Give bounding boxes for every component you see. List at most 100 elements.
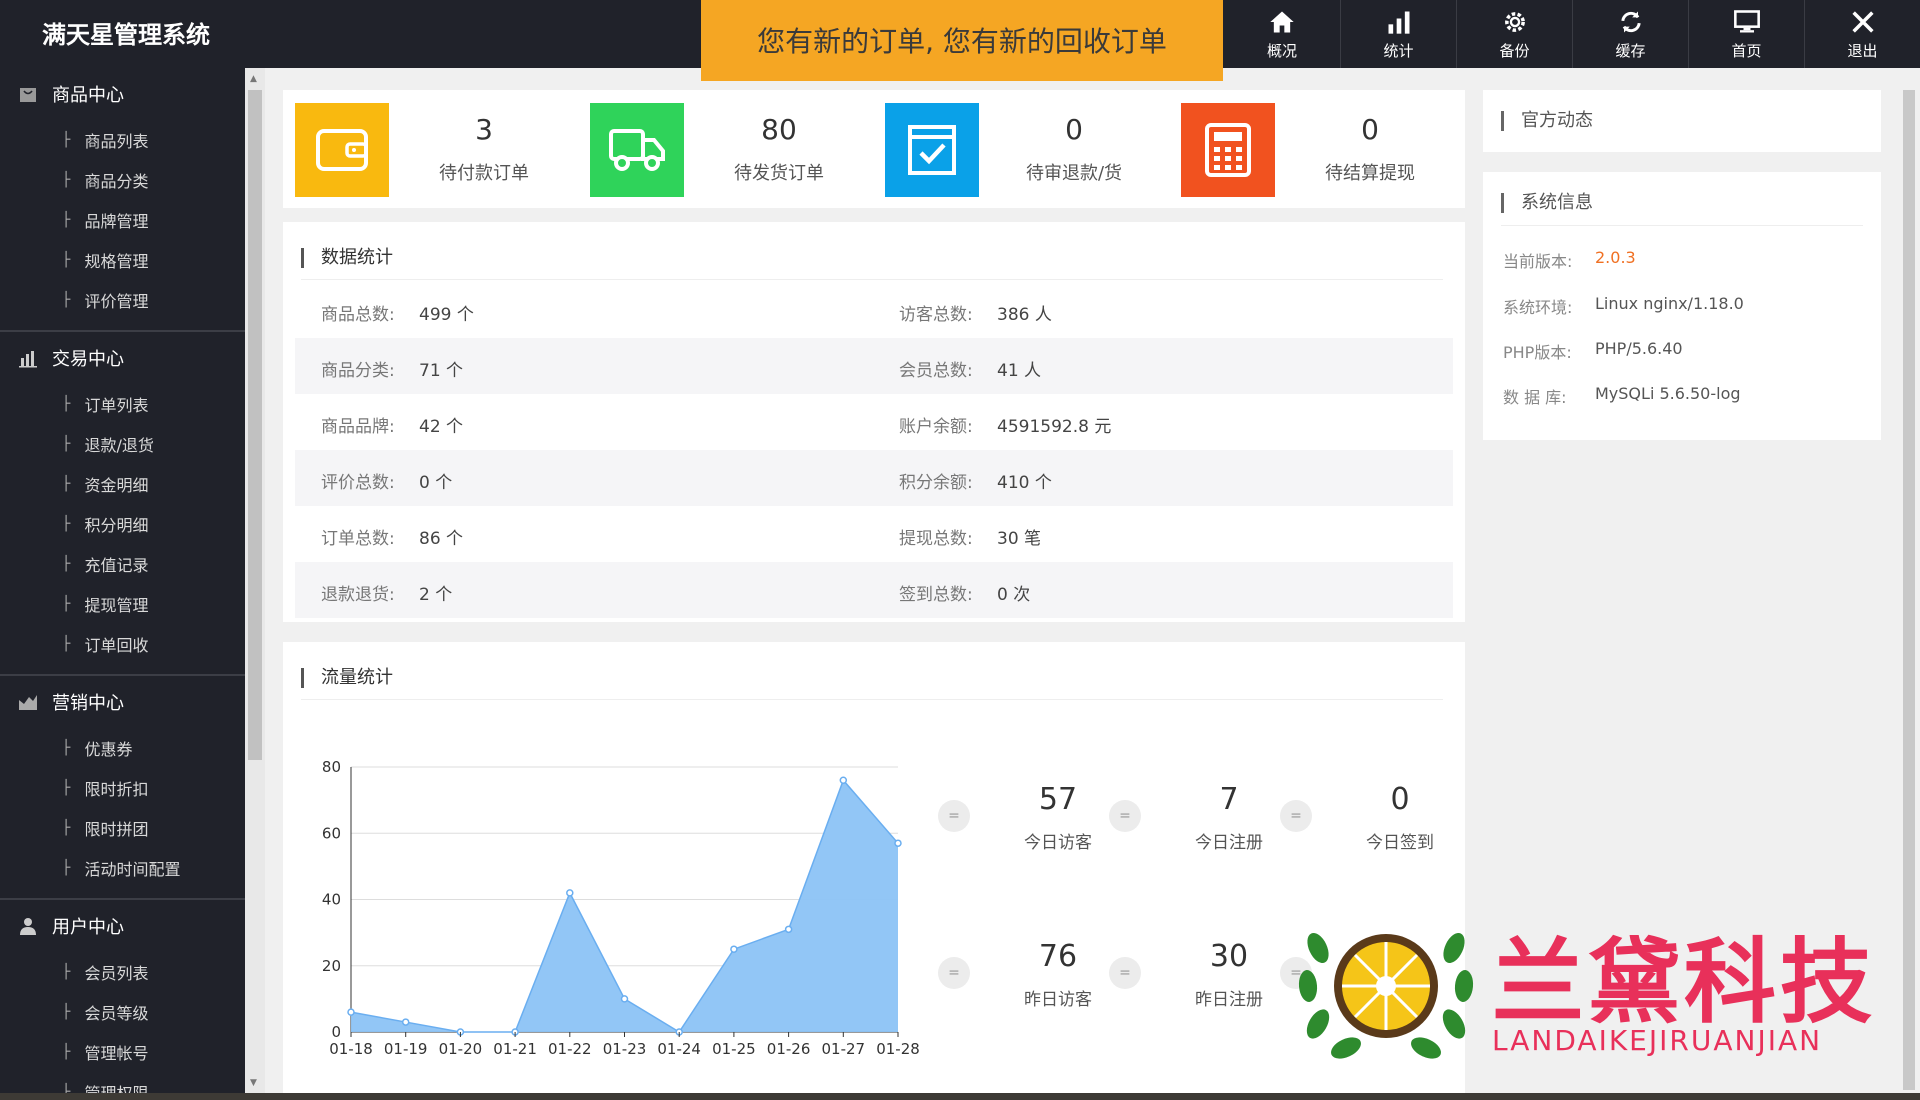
main-scrollbar[interactable] [1898,68,1920,1100]
sidebar-group-trade: 交易中心 ├ 订单列表 ├ 退款/退货 ├ 资金明细 ├ 积分明细 ├ 充值记录 ├ 提现管… [0,332,245,676]
nav-backup[interactable]: 备份 [1456,0,1572,68]
card-icon-box [590,103,684,197]
truck-icon [609,129,665,171]
metric-value: 76 [1038,939,1078,974]
sidebar-item-group-buy[interactable]: ├ 限时拼团 [0,808,245,848]
sidebar-item-label: 订单回收 [84,636,149,655]
y-tick-label: 20 [322,957,341,975]
system-info-value: PHP/5.6.40 [1595,339,1683,358]
section-title: 流量统计 [301,656,1443,700]
sidebar-group-title[interactable]: 交易中心 [0,332,245,384]
scrollbar-thumb[interactable] [248,90,262,760]
sidebar-group-goods: 商品中心 ├ 商品列表 ├ 商品分类 ├ 品牌管理 ├ 规格管理 ├ 评价管理 [0,68,245,332]
data-point [784,925,793,934]
data-statistics-panel: 数据统计 商品总数: 499 个 访客总数: 386 人 商品分类: 71 个 … [283,222,1465,622]
close-icon [1851,10,1874,33]
metric-value: 57 [1038,782,1078,817]
sidebar-item-points[interactable]: ├ 积分明细 [0,504,245,544]
traffic-statistics-panel: 流量统计 0 20 40 60 80 01-18 01-19 01-20 01-21 01-22 0… [283,642,1465,1100]
nav-home[interactable]: 首页 [1688,0,1804,68]
area-chart-icon [19,695,37,710]
x-tick-label: 01-25 [712,1040,756,1058]
sidebar-scrollbar[interactable]: ▲ ▼ [245,68,265,1100]
sidebar-item-member-list[interactable]: ├ 会员列表 [0,952,245,992]
sidebar-item-discount[interactable]: ├ 限时折扣 [0,768,245,808]
sidebar-item-review[interactable]: ├ 评价管理 [0,280,245,320]
official-news-panel[interactable]: 官方动态 [1483,90,1881,152]
sidebar-group-label: 用户中心 [52,917,124,938]
stat-key: 签到总数: [899,585,973,605]
sidebar-item-order-list[interactable]: ├ 订单列表 [0,384,245,424]
sidebar-group-title[interactable]: 用户中心 [0,900,245,952]
series-area [351,780,898,1032]
sidebar-item-coupon[interactable]: ├ 优惠券 [0,728,245,768]
table-row: 商品分类: 71 个 会员总数: 41 人 [295,338,1453,394]
metric-label: 昨日注册 [1195,990,1263,1010]
tree-branch-icon: ├ [62,516,71,532]
table-row: 评价总数: 0 个 积分余额: 410 个 [295,450,1453,506]
tree-branch-icon: ├ [62,780,71,796]
metric-label: 今日访客 [1024,833,1092,853]
metric-today-signins: = 0 今日签到 [1280,772,1460,862]
stat-value: 499 个 [419,305,474,325]
order-notice-banner[interactable]: 您有新的订单, 您有新的回收订单 [701,0,1223,81]
card-value: 80 [761,113,797,146]
nav-cache[interactable]: 缓存 [1572,0,1688,68]
sidebar-item-funds[interactable]: ├ 资金明细 [0,464,245,504]
sidebar-item-spec[interactable]: ├ 规格管理 [0,240,245,280]
tree-branch-icon: ├ [62,212,71,228]
stat-value: 386 人 [997,305,1052,325]
tree-branch-icon: ├ [62,172,71,188]
stat-key: 商品品牌: [321,417,395,437]
card-icon-box [295,103,389,197]
tree-branch-icon: ├ [62,1004,71,1020]
y-tick-label: 80 [322,758,341,776]
equal-icon: = [1109,957,1141,989]
metric-label: 今日签到 [1366,833,1434,853]
sidebar-item-goods-list[interactable]: ├ 商品列表 [0,120,245,160]
wallet-icon [316,129,368,171]
tree-branch-icon: ├ [62,292,71,308]
card-pending-refund[interactable]: 0 待审退款/货 [873,103,1158,197]
card-pending-settlement[interactable]: 0 待结算提现 [1169,103,1454,197]
scrollbar-thumb[interactable] [1903,90,1915,1090]
sidebar-item-admin-account[interactable]: ├ 管理帐号 [0,1032,245,1072]
card-pending-payment[interactable]: 3 待付款订单 [283,103,568,197]
metric-value: 7 [1219,782,1239,817]
stat-key: 退款退货: [321,585,395,605]
stat-key: 商品总数: [321,305,395,325]
sidebar-item-recharge[interactable]: ├ 充值记录 [0,544,245,584]
sidebar-item-refund[interactable]: ├ 退款/退货 [0,424,245,464]
x-tick-label: 01-22 [548,1040,592,1058]
sidebar-item-withdraw[interactable]: ├ 提现管理 [0,584,245,624]
sidebar-item-brand[interactable]: ├ 品牌管理 [0,200,245,240]
sidebar-item-order-recycle[interactable]: ├ 订单回收 [0,624,245,664]
nav-overview[interactable]: 概况 [1224,0,1340,68]
metric-today-visitors: = 57 今日访客 [938,772,1118,862]
scroll-down-icon[interactable]: ▼ [250,1078,257,1088]
sidebar-item-member-level[interactable]: ├ 会员等级 [0,992,245,1032]
tree-branch-icon: ├ [62,740,71,756]
scroll-up-icon[interactable]: ▲ [250,74,257,84]
sidebar-item-goods-category[interactable]: ├ 商品分类 [0,160,245,200]
sidebar-item-activity-time[interactable]: ├ 活动时间配置 [0,848,245,888]
card-pending-shipment[interactable]: 80 待发货订单 [578,103,863,197]
sidebar-item-label: 限时折扣 [84,780,149,799]
data-point [347,1008,355,1016]
nav-statistics[interactable]: 统计 [1340,0,1456,68]
system-info-key: PHP版本: [1503,343,1572,362]
x-tick-label: 01-18 [329,1040,373,1058]
sidebar-group-title[interactable]: 营销中心 [0,676,245,728]
data-point [566,889,574,897]
data-point [620,995,629,1003]
card-icon-box [1181,103,1275,197]
sidebar-item-label: 品牌管理 [84,212,149,231]
sidebar-group-title[interactable]: 商品中心 [0,68,245,120]
sidebar-item-label: 积分明细 [84,516,149,535]
nav-logout[interactable]: 退出 [1804,0,1920,68]
data-point [730,945,738,953]
x-tick-label: 01-21 [493,1040,537,1058]
nav-label: 退出 [1847,41,1878,60]
sidebar-group-label: 商品中心 [52,85,124,106]
card-label: 待审退款/货 [1025,163,1123,184]
